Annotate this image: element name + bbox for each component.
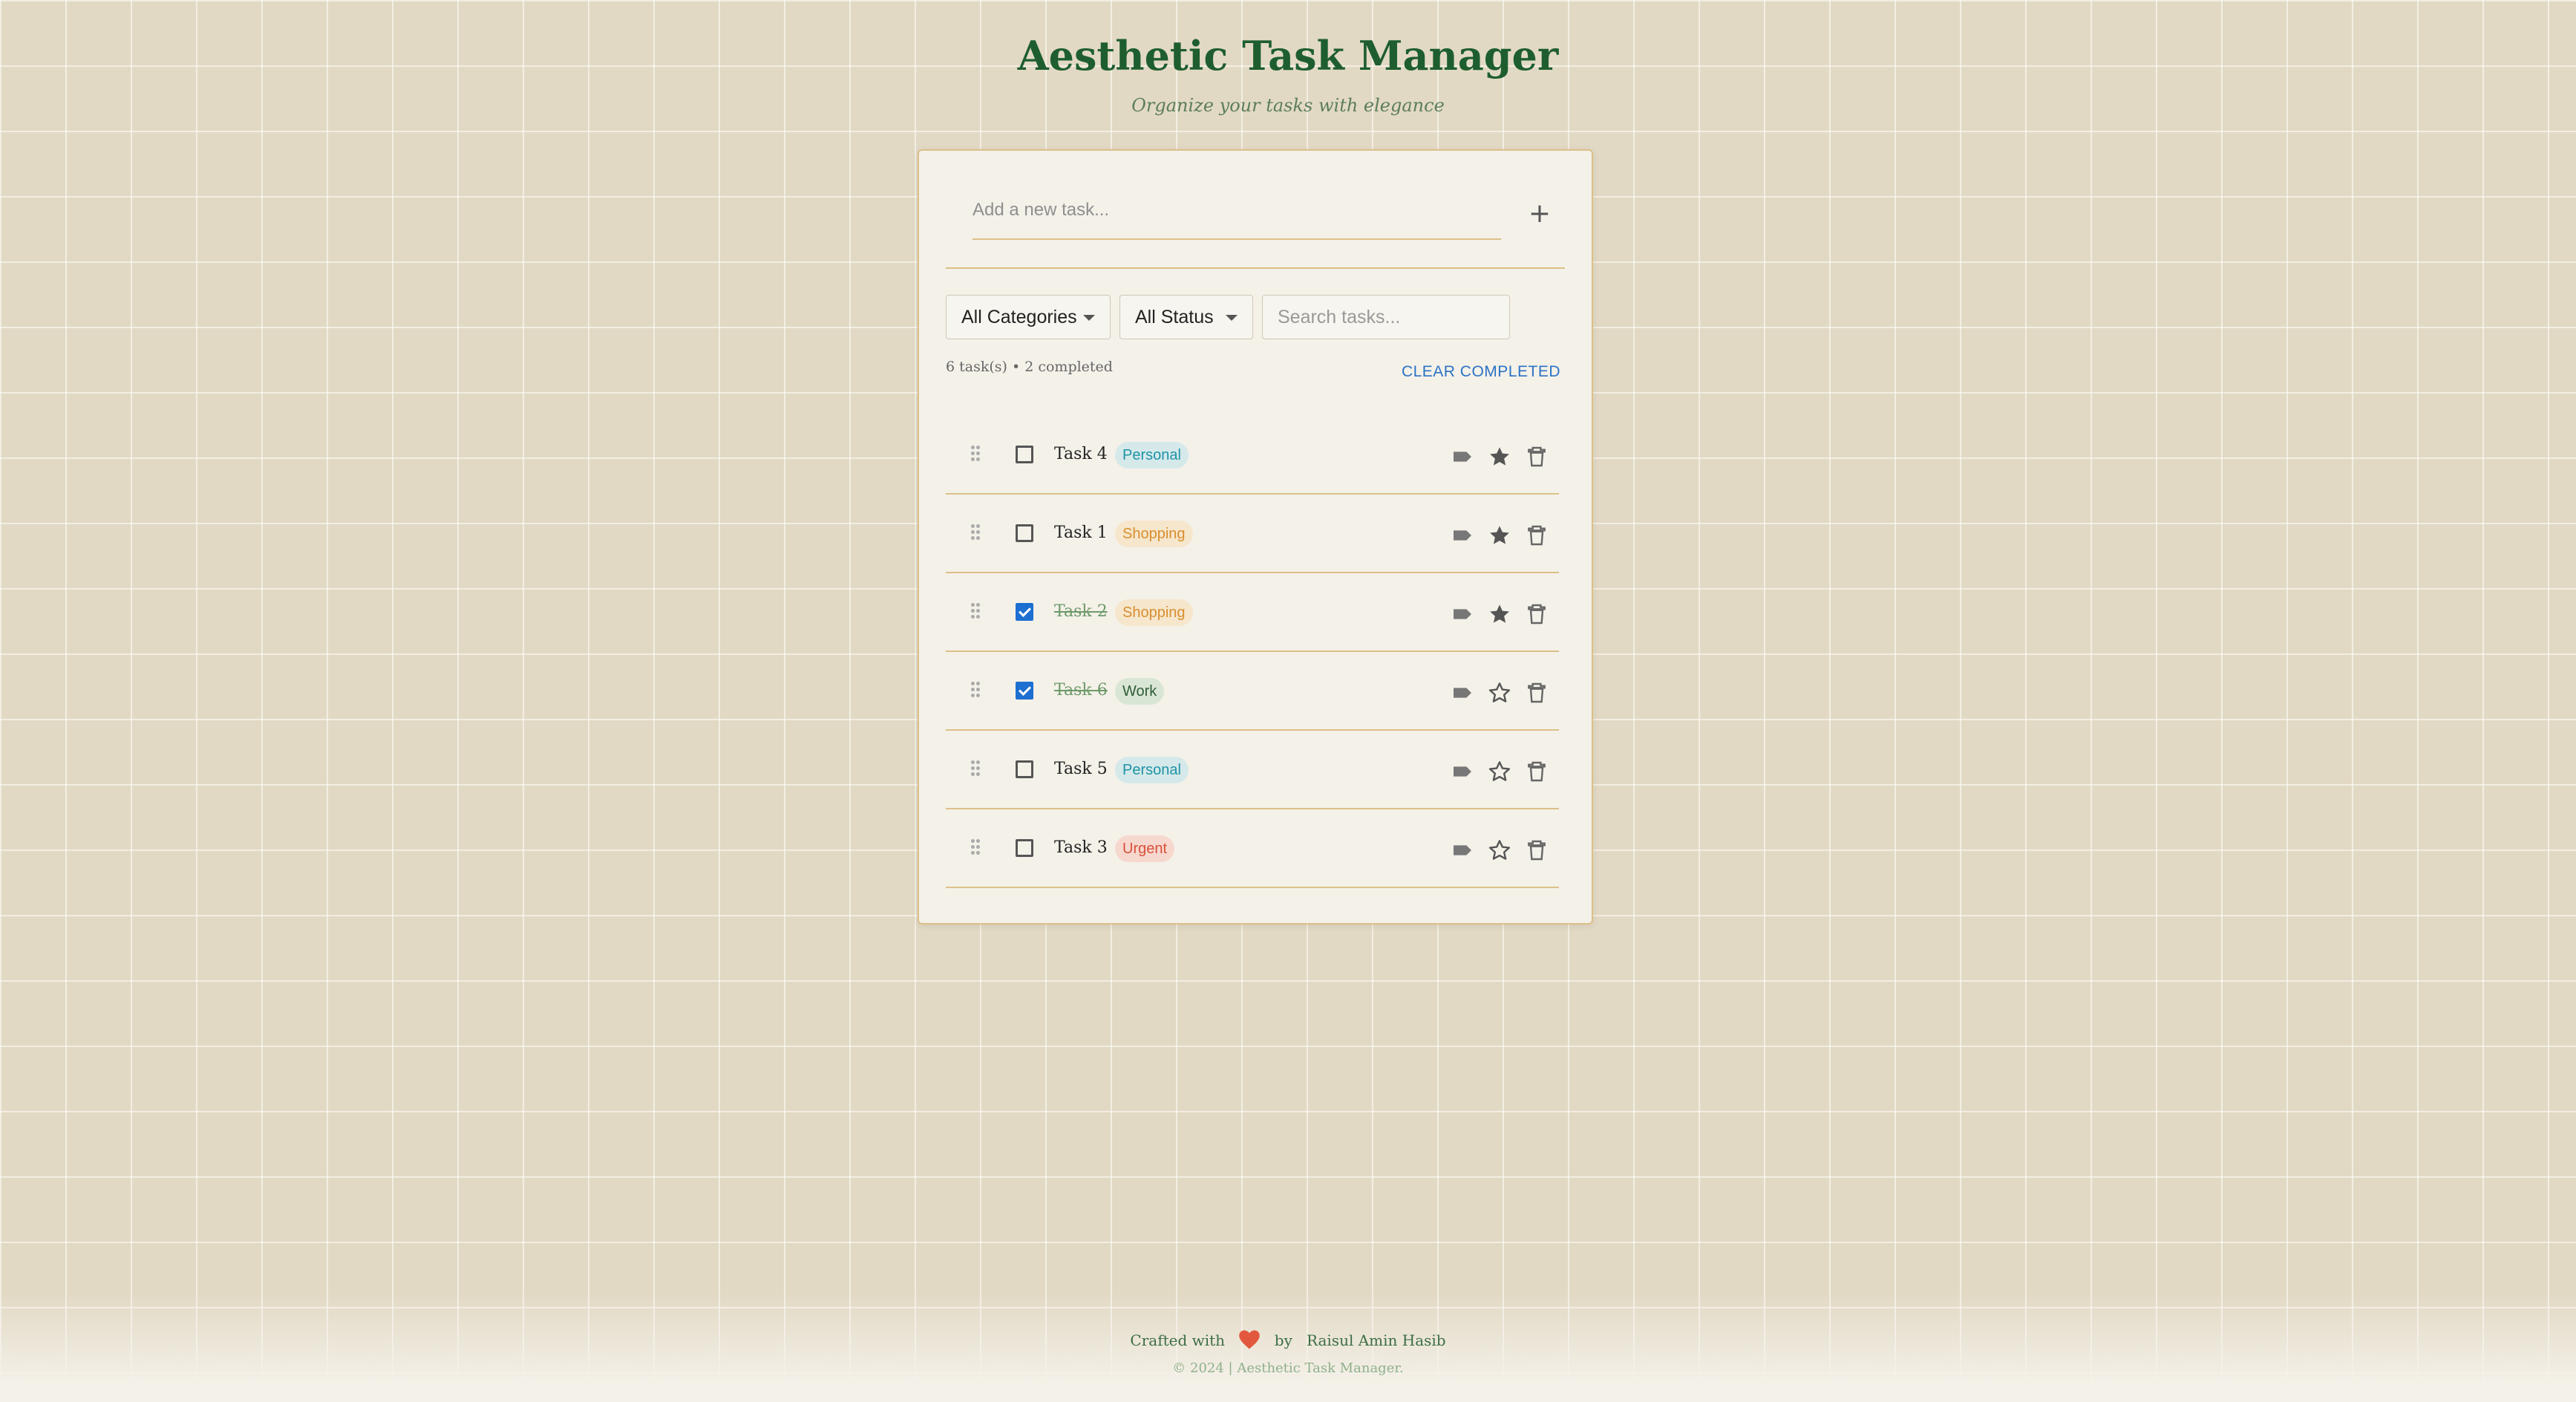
- task-actions: [1448, 441, 1559, 471]
- star-icon[interactable]: [1485, 677, 1514, 707]
- chevron-down-icon: [1226, 315, 1238, 321]
- task-actions: [1448, 756, 1559, 786]
- task-actions: [1448, 599, 1559, 628]
- label-icon[interactable]: [1448, 520, 1477, 550]
- chevron-down-icon: [1083, 315, 1095, 321]
- trash-icon[interactable]: [1522, 835, 1552, 864]
- trash-icon[interactable]: [1522, 599, 1552, 628]
- task-count-summary: 6 task(s) • 2 completed: [946, 359, 1113, 375]
- status-filter-select[interactable]: All Status: [1119, 295, 1253, 339]
- task-checkbox[interactable]: [1016, 603, 1033, 621]
- footer: Crafted with by Raisul Amin Hasib © 2024…: [0, 1292, 2576, 1402]
- app-header: Aesthetic Task Manager Organize your tas…: [0, 28, 2576, 116]
- copyright: © 2024 | Aesthetic Task Manager.: [1172, 1360, 1404, 1376]
- task-checkbox[interactable]: [1016, 760, 1033, 778]
- task-row[interactable]: Task 5 Personal: [946, 731, 1559, 809]
- search-input[interactable]: [1262, 295, 1510, 339]
- task-name: Task 4: [1054, 445, 1108, 463]
- crafted-line: Crafted with by Raisul Amin Hasib: [0, 1329, 2576, 1354]
- category-tag: Personal: [1115, 442, 1189, 469]
- task-card: + All Categories All Status 6 task(s) • …: [918, 149, 1593, 925]
- page-title: Aesthetic Task Manager: [1017, 32, 1559, 79]
- star-icon[interactable]: [1485, 756, 1514, 786]
- drag-handle-icon[interactable]: [971, 839, 980, 855]
- trash-icon[interactable]: [1522, 520, 1552, 550]
- crafted-prefix: Crafted with: [1130, 1331, 1226, 1349]
- trash-icon[interactable]: [1522, 441, 1552, 471]
- drag-handle-icon[interactable]: [971, 603, 980, 619]
- author-name: Raisul Amin Hasib: [1306, 1331, 1446, 1349]
- task-name: Task 1: [1054, 524, 1108, 542]
- category-tag: Personal: [1115, 757, 1189, 783]
- task-row[interactable]: Task 6 Work: [946, 652, 1559, 731]
- label-icon[interactable]: [1448, 441, 1477, 471]
- page-subtitle: Organize your tasks with elegance: [1131, 95, 1445, 116]
- category-tag: Work: [1115, 678, 1165, 705]
- task-name: Task 5: [1054, 760, 1108, 778]
- task-checkbox[interactable]: [1016, 839, 1033, 857]
- task-actions: [1448, 835, 1559, 864]
- task-row[interactable]: Task 4 Personal: [946, 416, 1559, 495]
- task-actions: [1448, 520, 1559, 550]
- heart-icon: [1238, 1329, 1261, 1354]
- task-checkbox[interactable]: [1016, 682, 1033, 700]
- category-tag: Shopping: [1115, 521, 1193, 547]
- drag-handle-icon[interactable]: [971, 682, 980, 698]
- star-icon[interactable]: [1485, 520, 1514, 550]
- category-tag: Urgent: [1115, 835, 1175, 862]
- task-name: Task 2: [1054, 602, 1108, 621]
- task-actions: [1448, 677, 1559, 707]
- label-icon[interactable]: [1448, 677, 1477, 707]
- add-task-button[interactable]: +: [1525, 199, 1555, 229]
- label-icon[interactable]: [1448, 756, 1477, 786]
- label-icon[interactable]: [1448, 599, 1477, 628]
- task-name: Task 3: [1054, 838, 1108, 857]
- crafted-by: by: [1274, 1331, 1292, 1349]
- star-icon[interactable]: [1485, 835, 1514, 864]
- drag-handle-icon[interactable]: [971, 446, 980, 462]
- task-name: Task 6: [1054, 681, 1108, 700]
- task-row[interactable]: Task 1 Shopping: [946, 495, 1559, 573]
- task-row[interactable]: Task 2 Shopping: [946, 573, 1559, 652]
- drag-handle-icon[interactable]: [971, 760, 980, 777]
- trash-icon[interactable]: [1522, 677, 1552, 707]
- task-checkbox[interactable]: [1016, 446, 1033, 463]
- category-filter-value: All Categories: [961, 307, 1077, 327]
- category-tag: Shopping: [1115, 599, 1193, 626]
- star-icon[interactable]: [1485, 599, 1514, 628]
- task-checkbox[interactable]: [1016, 524, 1033, 542]
- add-task-row: +: [946, 151, 1565, 269]
- new-task-input[interactable]: [972, 195, 1501, 240]
- trash-icon[interactable]: [1522, 756, 1552, 786]
- task-list: Task 4 Personal Task 1 Shopping Task 2 Shoppi…: [946, 416, 1559, 888]
- star-icon[interactable]: [1485, 441, 1514, 471]
- label-icon[interactable]: [1448, 835, 1477, 864]
- drag-handle-icon[interactable]: [971, 524, 980, 541]
- category-filter-select[interactable]: All Categories: [946, 295, 1111, 339]
- task-row[interactable]: Task 3 Urgent: [946, 809, 1559, 888]
- clear-completed-button[interactable]: CLEAR COMPLETED: [1402, 363, 1560, 381]
- status-filter-value: All Status: [1135, 307, 1214, 327]
